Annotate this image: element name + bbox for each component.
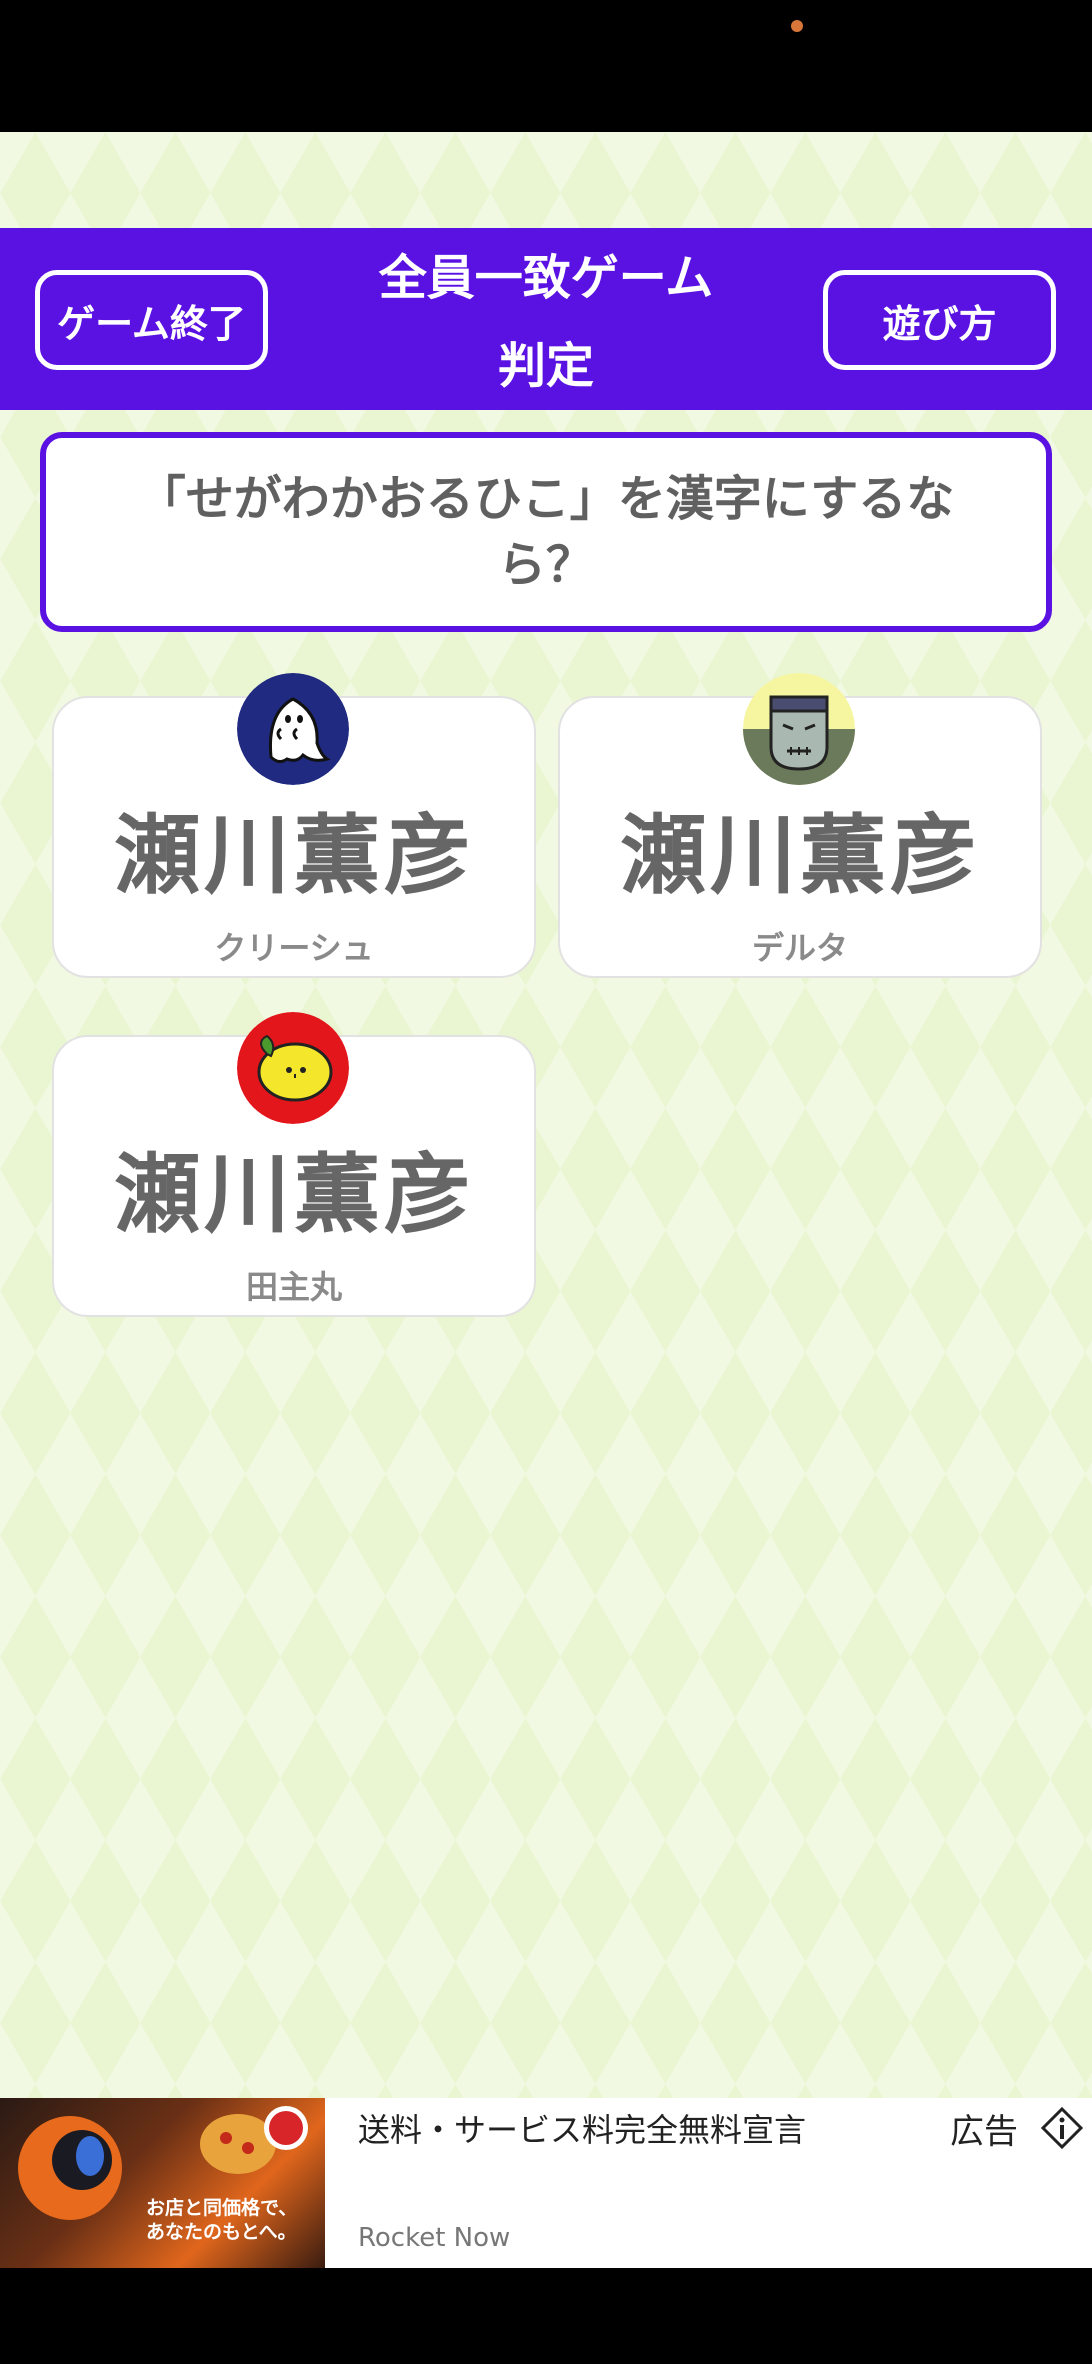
ad-image-text: あなたのもとへ。 [146,2221,297,2243]
frankenstein-icon [743,673,855,785]
answer-text: 瀬川薫彦 [114,1145,474,1245]
ad-label: 広告 [950,2112,1018,2152]
player-name: クリーシュ [214,929,374,967]
ad-image-text: お店と同価格で、 [146,2197,298,2219]
ghost-icon [237,673,349,785]
status-bar [0,0,1092,132]
page-title: 全員一致ゲーム [378,250,714,306]
info-icon[interactable] [1040,2106,1084,2150]
ad-headline[interactable]: 送料・サービス料完全無料宣言 [358,2110,806,2150]
lemon-icon [237,1012,349,1124]
how-to-play-button[interactable]: 遊び方 [823,270,1056,370]
question-text: 「せがわかおるひこ」を漢字にするなら？ [137,471,955,593]
player-name: デルタ [751,929,848,967]
answer-text: 瀬川薫彦 [620,806,980,906]
page-subtitle: 判定 [497,338,594,394]
system-nav-bar [0,2268,1092,2364]
question-box: 「せがわかおるひこ」を漢字にするなら？ [40,432,1052,632]
end-game-button[interactable]: ゲーム終了 [35,270,268,370]
header-bar: ゲーム終了 全員一致ゲーム 判定 遊び方 [0,228,1092,410]
ad-source[interactable]: Rocket Now [358,2223,510,2253]
ad-image[interactable]: お店と同価格で、 あなたのもとへ。 [0,2098,325,2268]
ad-banner[interactable]: お店と同価格で、 あなたのもとへ。 送料・サービス料完全無料宣言 Rocket … [0,2098,1092,2268]
camera-indicator-icon [791,20,803,32]
answer-text: 瀬川薫彦 [114,806,474,906]
player-name: 田主丸 [245,1268,342,1306]
